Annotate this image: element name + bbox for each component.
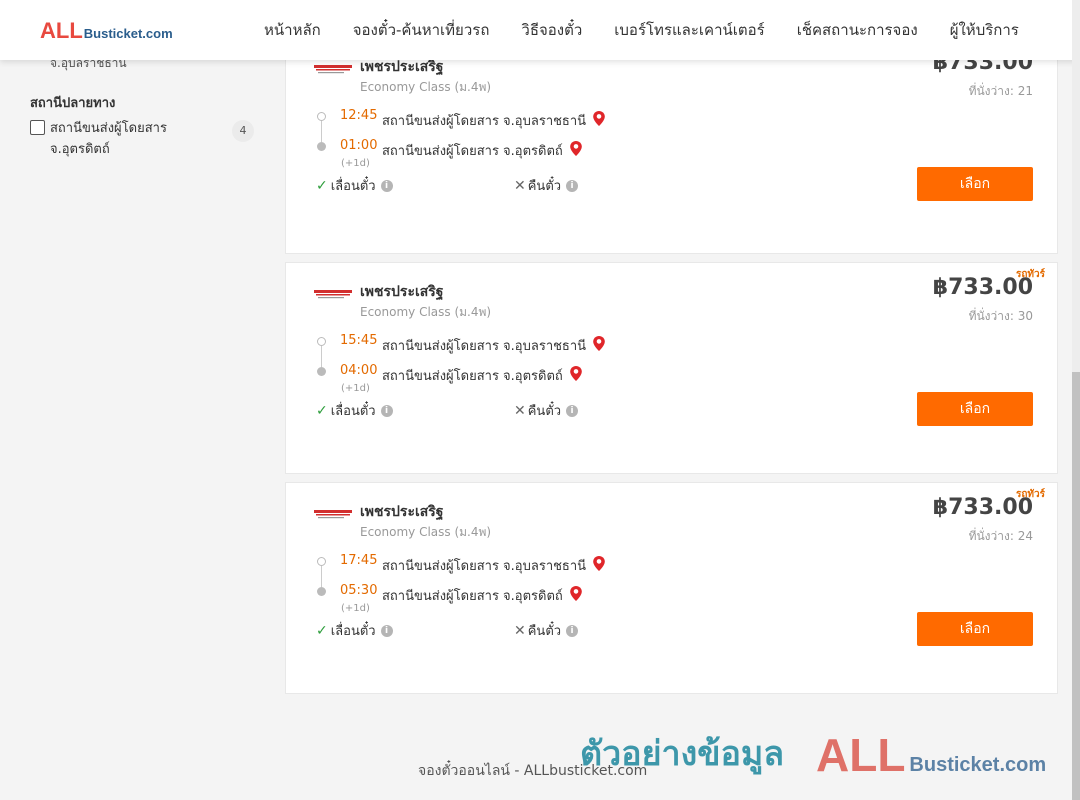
destination-filter-title: สถานีปลายทาง bbox=[30, 96, 116, 111]
info-icon[interactable]: i bbox=[566, 179, 579, 192]
departure-station: สถานีขนส่งผู้โดยสาร จ.อุบลราชธานี bbox=[382, 553, 606, 576]
map-pin-icon[interactable] bbox=[569, 140, 583, 157]
nav-book-search[interactable]: จองตั๋ว-ค้นหาเที่ยวรถ bbox=[337, 18, 506, 42]
refund-ticket-policy: ✕ คืนตั๋ว i bbox=[514, 400, 579, 421]
map-pin-icon[interactable] bbox=[569, 365, 583, 382]
departure-time: 12:45 bbox=[340, 108, 378, 123]
bus-class: Economy Class (ม.4พ) bbox=[360, 80, 492, 94]
site-logo[interactable]: ALL Busticket.com bbox=[40, 18, 173, 44]
watermark-logo-big: ALL bbox=[816, 729, 906, 781]
arrival-dot bbox=[317, 587, 326, 596]
nav-phone-counters[interactable]: เบอร์โทรและเคาน์เตอร์ bbox=[598, 18, 780, 42]
info-icon[interactable]: i bbox=[566, 624, 579, 637]
watermark-logo: ALL Busticket.com bbox=[816, 728, 1046, 782]
departure-dot bbox=[317, 337, 326, 346]
destination-option-label[interactable]: สถานีขนส่งผู้โดยสาร จ.อุตรดิตถ์ bbox=[50, 118, 190, 160]
select-trip-button[interactable]: เลือก bbox=[917, 392, 1033, 426]
change-ticket-policy: ✓ เลื่อนตั๋ว i bbox=[316, 400, 393, 421]
change-ticket-policy: ✓ เลื่อนตั๋ว i bbox=[316, 620, 393, 641]
change-ticket-label: เลื่อนตั๋ว bbox=[330, 404, 376, 419]
arrival-station: สถานีขนส่งผู้โดยสาร จ.อุตรดิตถ์ bbox=[382, 583, 583, 606]
change-ticket-label: เลื่อนตั๋ว bbox=[330, 179, 376, 194]
info-icon[interactable]: i bbox=[380, 624, 393, 637]
check-icon: ✓ bbox=[316, 622, 328, 639]
map-pin-icon[interactable] bbox=[592, 335, 606, 352]
departure-time: 17:45 bbox=[340, 553, 378, 568]
departure-time: 15:45 bbox=[340, 333, 378, 348]
departure-dot bbox=[317, 112, 326, 121]
operator-logo-icon bbox=[314, 65, 352, 74]
logo-text-big: ALL bbox=[40, 18, 83, 43]
departure-station: สถานีขนส่งผู้โดยสาร จ.อุบลราชธานี bbox=[382, 108, 606, 131]
bus-class: Economy Class (ม.4พ) bbox=[360, 525, 492, 539]
departure-dot bbox=[317, 557, 326, 566]
seats-available: ที่นั่งว่าง: 30 bbox=[968, 309, 1033, 323]
scrollbar-thumb[interactable] bbox=[1072, 372, 1080, 800]
arrival-dot bbox=[317, 142, 326, 151]
x-icon: ✕ bbox=[514, 402, 526, 419]
arrival-station: สถานีขนส่งผู้โดยสาร จ.อุตรดิตถ์ bbox=[382, 138, 583, 161]
check-icon: ✓ bbox=[316, 177, 328, 194]
info-icon[interactable]: i bbox=[380, 404, 393, 417]
destination-count-badge: 4 bbox=[232, 120, 254, 142]
x-icon: ✕ bbox=[514, 622, 526, 639]
next-day-indicator: (+1d) bbox=[341, 603, 370, 614]
seats-available: ที่นั่งว่าง: 24 bbox=[968, 529, 1033, 543]
operator-logo-icon bbox=[314, 290, 352, 299]
refund-ticket-label: คืนตั๋ว bbox=[527, 404, 562, 419]
sample-data-watermark: ตัวอย่างข้อมูล bbox=[580, 734, 785, 774]
nav-home[interactable]: หน้าหลัก bbox=[248, 18, 337, 42]
check-icon: ✓ bbox=[316, 402, 328, 419]
next-day-indicator: (+1d) bbox=[341, 158, 370, 169]
map-pin-icon[interactable] bbox=[592, 555, 606, 572]
info-icon[interactable]: i bbox=[566, 404, 579, 417]
nav-operators[interactable]: ผู้ให้บริการ bbox=[934, 18, 1035, 42]
destination-checkbox[interactable] bbox=[30, 120, 45, 135]
select-trip-button[interactable]: เลือก bbox=[917, 612, 1033, 646]
ticket-price: ฿733.00 bbox=[932, 495, 1033, 520]
refund-ticket-policy: ✕ คืนตั๋ว i bbox=[514, 175, 579, 196]
ticket-price: ฿733.00 bbox=[932, 275, 1033, 300]
x-icon: ✕ bbox=[514, 177, 526, 194]
seats-available: ที่นั่งว่าง: 21 bbox=[968, 84, 1033, 98]
change-ticket-label: เลื่อนตั๋ว bbox=[330, 624, 376, 639]
refund-ticket-label: คืนตั๋ว bbox=[527, 179, 562, 194]
arrival-dot bbox=[317, 367, 326, 376]
nav-how-to-book[interactable]: วิธีจองตั๋ว bbox=[505, 18, 598, 42]
top-navbar: ALL Busticket.com หน้าหลัก จองตั๋ว-ค้นหา… bbox=[0, 0, 1080, 60]
operator-name: เพชรประเสริฐ bbox=[360, 284, 444, 300]
refund-ticket-label: คืนตั๋ว bbox=[527, 624, 562, 639]
logo-text-small: Busticket.com bbox=[83, 26, 173, 41]
operator-logo-icon bbox=[314, 510, 352, 519]
arrival-station: สถานีขนส่งผู้โดยสาร จ.อุตรดิตถ์ bbox=[382, 363, 583, 386]
change-ticket-policy: ✓ เลื่อนตั๋ว i bbox=[316, 175, 393, 196]
operator-name: เพชรประเสริฐ bbox=[360, 504, 444, 520]
arrival-time: 04:00 bbox=[340, 363, 378, 378]
nav-check-booking[interactable]: เช็คสถานะการจอง bbox=[781, 18, 934, 42]
arrival-time: 01:00 bbox=[340, 138, 378, 153]
select-trip-button[interactable]: เลือก bbox=[917, 167, 1033, 201]
bus-class: Economy Class (ม.4พ) bbox=[360, 305, 492, 319]
refund-ticket-policy: ✕ คืนตั๋ว i bbox=[514, 620, 579, 641]
next-day-indicator: (+1d) bbox=[341, 383, 370, 394]
trip-card: เพชรประเสริฐ Economy Class (ม.4พ) ฿733.0… bbox=[285, 38, 1058, 254]
info-icon[interactable]: i bbox=[380, 179, 393, 192]
watermark-logo-small: Busticket.com bbox=[909, 754, 1047, 776]
trip-card: รถทัวร์ เพชรประเสริฐ Economy Class (ม.4พ… bbox=[285, 262, 1058, 474]
map-pin-icon[interactable] bbox=[592, 110, 606, 127]
main-nav: หน้าหลัก จองตั๋ว-ค้นหาเที่ยวรถ วิธีจองตั… bbox=[248, 0, 1035, 60]
trip-card: รถทัวร์ เพชรประเสริฐ Economy Class (ม.4พ… bbox=[285, 482, 1058, 694]
departure-station: สถานีขนส่งผู้โดยสาร จ.อุบลราชธานี bbox=[382, 333, 606, 356]
arrival-time: 05:30 bbox=[340, 583, 378, 598]
map-pin-icon[interactable] bbox=[569, 585, 583, 602]
